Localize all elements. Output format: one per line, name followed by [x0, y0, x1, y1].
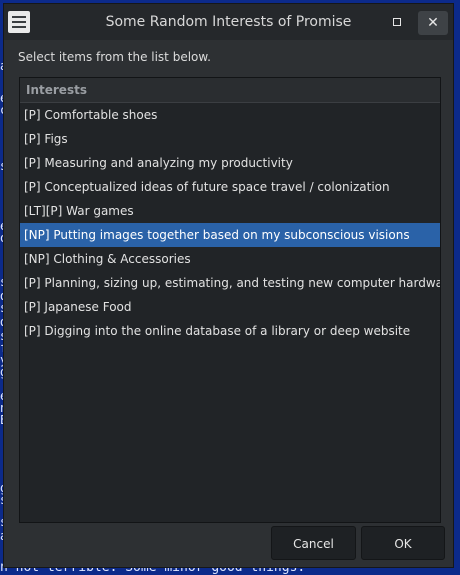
maximize-button[interactable] [388, 13, 406, 31]
window-title: Some Random Interests of Promise [105, 14, 352, 30]
close-icon: ✕ [427, 15, 439, 31]
list-item[interactable]: [P] Figs [20, 127, 440, 151]
column-header-interests: Interests [26, 83, 87, 97]
interests-list[interactable]: Interests [P] Comfortable shoes [P] Figs[… [19, 77, 441, 523]
list-item[interactable]: [P] Planning, sizing up, estimating, and… [20, 271, 440, 295]
cancel-button[interactable]: Cancel [271, 526, 356, 560]
title-bar[interactable]: Some Random Interests of Promise ✕ [4, 4, 453, 40]
dialog-window: Some Random Interests of Promise ✕ Selec… [3, 3, 454, 568]
list-item[interactable]: [P] Digging into the online database of … [20, 319, 440, 343]
list-item[interactable]: [P] Japanese Food [20, 295, 440, 319]
list-item[interactable]: [P] Comfortable shoes [20, 103, 440, 127]
list-item[interactable]: [P] Conceptualized ideas of future space… [20, 175, 440, 199]
list-header[interactable]: Interests [20, 78, 440, 103]
list-rows: [P] Comfortable shoes [P] Figs [P] Measuri… [20, 103, 440, 343]
instructions-text: Select items from the list below. [18, 50, 211, 64]
list-item[interactable]: [NP] Clothing & Accessories [20, 247, 440, 271]
list-item[interactable]: [LT][P] War games [20, 199, 440, 223]
ok-button[interactable]: OK [361, 526, 445, 560]
close-button[interactable]: ✕ [418, 11, 448, 35]
maximize-icon [393, 18, 401, 26]
list-item[interactable]: [NP] Putting images together based on my… [20, 223, 440, 247]
list-item[interactable]: [P] Measuring and analyzing my productiv… [20, 151, 440, 175]
